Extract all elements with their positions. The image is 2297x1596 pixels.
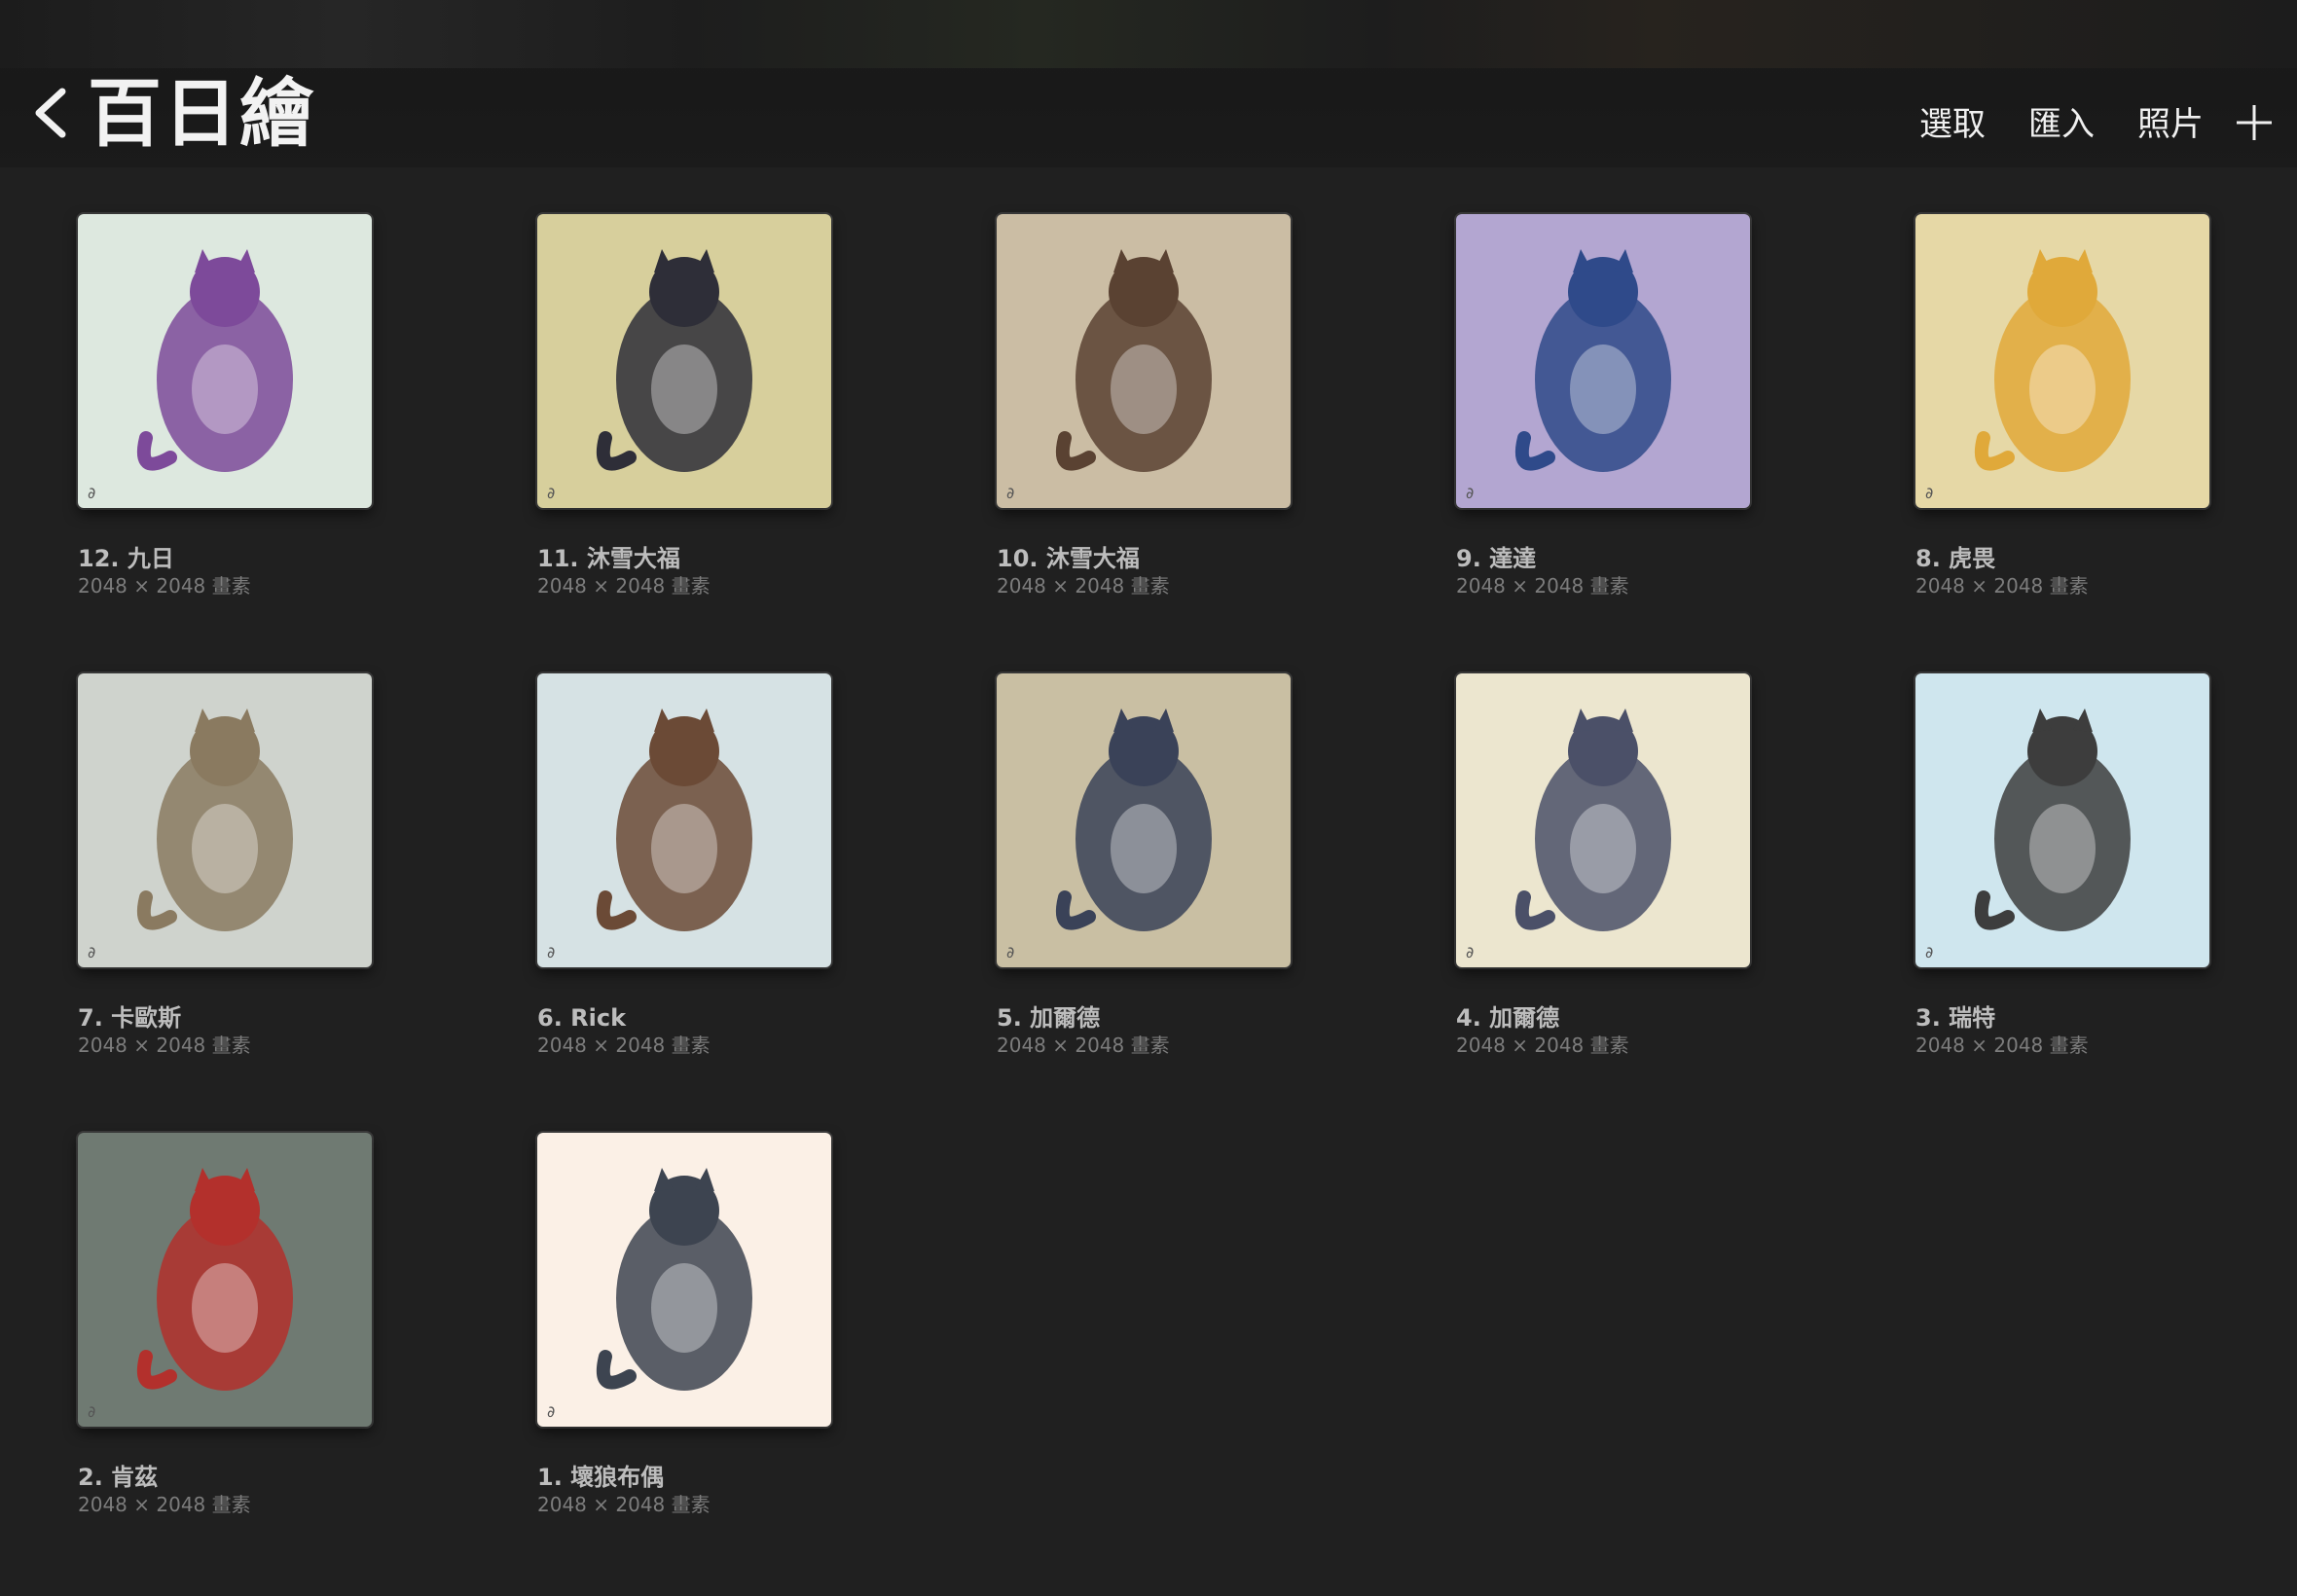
svg-text:∂: ∂ (1466, 484, 1474, 502)
artwork-title[interactable]: 2. 肯茲 (78, 1464, 372, 1491)
artwork-card[interactable]: ∂ 7. 卡歐斯 2048 × 2048 畫素 (78, 673, 372, 1133)
artwork-illustration: ∂ (537, 1133, 831, 1427)
svg-text:∂: ∂ (88, 943, 95, 961)
artwork-thumbnail[interactable]: ∂ (537, 673, 831, 967)
toolbar: 選取 匯入 照片 (1919, 97, 2204, 145)
artwork-thumbnail[interactable]: ∂ (537, 1133, 831, 1427)
import-button[interactable]: 匯入 (2028, 97, 2095, 145)
artwork-card[interactable]: ∂ 4. 加爾德 2048 × 2048 畫素 (1456, 673, 1750, 1133)
artwork-dimensions: 2048 × 2048 畫素 (1915, 1034, 2089, 1057)
artwork-thumbnail[interactable]: ∂ (997, 673, 1291, 967)
artwork-title[interactable]: 9. 達達 (1456, 545, 1750, 572)
artwork-dimensions: 2048 × 2048 畫素 (78, 574, 251, 598)
artwork-dimensions: 2048 × 2048 畫素 (997, 574, 1170, 598)
artwork-card[interactable]: ∂ 8. 虎畏 2048 × 2048 畫素 (1915, 214, 2209, 673)
chevron-left-icon[interactable] (29, 86, 72, 140)
artwork-title[interactable]: 8. 虎畏 (1915, 545, 2209, 572)
artwork-card[interactable]: ∂ 12. 九日 2048 × 2048 畫素 (78, 214, 372, 673)
artwork-title[interactable]: 6. Rick (537, 1004, 831, 1032)
procreate-gallery: 百日繪 選取 匯入 照片 ∂ 12. 九日 2048 × 2048 畫素 ∂ 11. 沐… (0, 0, 2297, 1596)
artwork-dimensions: 2048 × 2048 畫素 (78, 1493, 251, 1516)
blurred-status-strip (0, 0, 2297, 68)
svg-text:∂: ∂ (1925, 484, 1933, 502)
top-bar: 百日繪 選取 匯入 照片 (0, 0, 2297, 167)
artwork-card[interactable]: ∂ 5. 加爾德 2048 × 2048 畫素 (997, 673, 1291, 1133)
artwork-title[interactable]: 3. 瑞特 (1915, 1004, 2209, 1032)
artwork-illustration: ∂ (78, 1133, 372, 1427)
svg-text:∂: ∂ (1466, 943, 1474, 961)
artwork-dimensions: 2048 × 2048 畫素 (997, 1034, 1170, 1057)
artwork-illustration: ∂ (1915, 214, 2209, 508)
artwork-dimensions: 2048 × 2048 畫素 (537, 574, 711, 598)
select-button[interactable]: 選取 (1919, 97, 1986, 145)
svg-text:∂: ∂ (88, 1402, 95, 1421)
artwork-illustration: ∂ (78, 673, 372, 967)
artwork-dimensions: 2048 × 2048 畫素 (537, 1034, 711, 1057)
artwork-card[interactable]: ∂ 2. 肯茲 2048 × 2048 畫素 (78, 1133, 372, 1592)
artwork-illustration: ∂ (537, 673, 831, 967)
artwork-dimensions: 2048 × 2048 畫素 (1456, 1034, 1629, 1057)
artwork-card[interactable]: ∂ 11. 沐雪大福 2048 × 2048 畫素 (537, 214, 831, 673)
artwork-title[interactable]: 4. 加爾德 (1456, 1004, 1750, 1032)
svg-text:∂: ∂ (1925, 943, 1933, 961)
artwork-thumbnail[interactable]: ∂ (78, 214, 372, 508)
artwork-card[interactable]: ∂ 6. Rick 2048 × 2048 畫素 (537, 673, 831, 1133)
artwork-card[interactable]: ∂ 10. 沐雪大福 2048 × 2048 畫素 (997, 214, 1291, 673)
artwork-grid: ∂ 12. 九日 2048 × 2048 畫素 ∂ 11. 沐雪大福 2048 × 204… (78, 214, 2219, 1592)
svg-text:∂: ∂ (547, 1402, 555, 1421)
svg-text:∂: ∂ (547, 484, 555, 502)
artwork-thumbnail[interactable]: ∂ (537, 214, 831, 508)
artwork-title[interactable]: 12. 九日 (78, 545, 372, 572)
plus-icon[interactable] (2235, 103, 2274, 142)
artwork-dimensions: 2048 × 2048 畫素 (537, 1493, 711, 1516)
artwork-illustration: ∂ (1915, 673, 2209, 967)
svg-text:∂: ∂ (1006, 943, 1014, 961)
artwork-thumbnail[interactable]: ∂ (1915, 214, 2209, 508)
artwork-thumbnail[interactable]: ∂ (997, 214, 1291, 508)
artwork-illustration: ∂ (1456, 673, 1750, 967)
artwork-thumbnail[interactable]: ∂ (1915, 673, 2209, 967)
artwork-illustration: ∂ (997, 673, 1291, 967)
artwork-illustration: ∂ (1456, 214, 1750, 508)
svg-text:∂: ∂ (1006, 484, 1014, 502)
artwork-dimensions: 2048 × 2048 畫素 (1456, 574, 1629, 598)
artwork-card[interactable]: ∂ 1. 壞狼布偶 2048 × 2048 畫素 (537, 1133, 831, 1592)
artwork-title[interactable]: 10. 沐雪大福 (997, 545, 1291, 572)
artwork-thumbnail[interactable]: ∂ (78, 1133, 372, 1427)
artwork-illustration: ∂ (78, 214, 372, 508)
artwork-dimensions: 2048 × 2048 畫素 (1915, 574, 2089, 598)
artwork-title[interactable]: 1. 壞狼布偶 (537, 1464, 831, 1491)
artwork-card[interactable]: ∂ 3. 瑞特 2048 × 2048 畫素 (1915, 673, 2209, 1133)
artwork-dimensions: 2048 × 2048 畫素 (78, 1034, 251, 1057)
artwork-card[interactable]: ∂ 9. 達達 2048 × 2048 畫素 (1456, 214, 1750, 673)
artwork-illustration: ∂ (997, 214, 1291, 508)
artwork-illustration: ∂ (537, 214, 831, 508)
artwork-title[interactable]: 11. 沐雪大福 (537, 545, 831, 572)
artwork-thumbnail[interactable]: ∂ (78, 673, 372, 967)
artwork-title[interactable]: 7. 卡歐斯 (78, 1004, 372, 1032)
svg-text:∂: ∂ (547, 943, 555, 961)
artwork-thumbnail[interactable]: ∂ (1456, 673, 1750, 967)
artwork-title[interactable]: 5. 加爾德 (997, 1004, 1291, 1032)
artwork-thumbnail[interactable]: ∂ (1456, 214, 1750, 508)
svg-text:∂: ∂ (88, 484, 95, 502)
page-title: 百日繪 (88, 70, 315, 157)
photos-button[interactable]: 照片 (2137, 97, 2204, 145)
